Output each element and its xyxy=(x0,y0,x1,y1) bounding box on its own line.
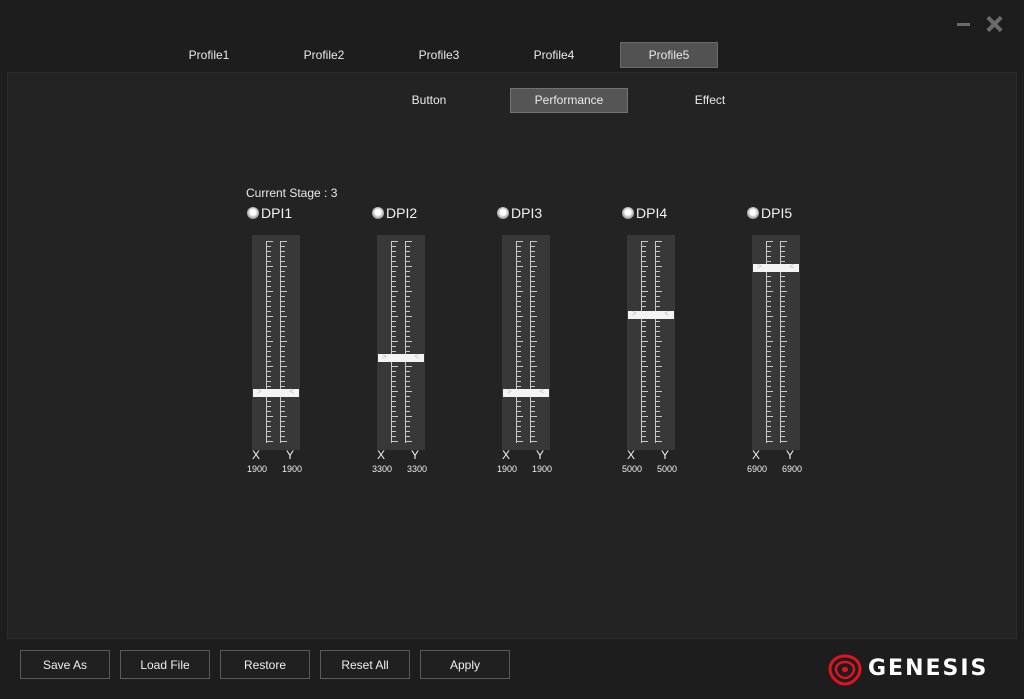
x-axis-label: X xyxy=(502,448,511,462)
close-button[interactable] xyxy=(983,12,1005,36)
dpi-4-radio[interactable] xyxy=(622,207,634,219)
dpi-4-slider-handle[interactable] xyxy=(628,309,674,319)
y-axis-label: Y xyxy=(661,448,670,462)
dpi-3-x-value: 1900 xyxy=(497,464,518,474)
tab-performance[interactable]: Performance xyxy=(510,88,628,113)
x-axis-label: X xyxy=(252,448,261,462)
dpi-ruler-y xyxy=(530,241,537,443)
dpi-ruler-x xyxy=(391,241,398,443)
tab-profile4[interactable]: Profile4 xyxy=(505,42,603,68)
dpi-3-y-value: 1900 xyxy=(532,464,553,474)
y-axis-label: Y xyxy=(786,448,795,462)
dpi-1-label: DPI1 xyxy=(261,205,293,221)
y-axis-label: Y xyxy=(411,448,420,462)
y-axis-label: Y xyxy=(536,448,545,462)
minimize-button[interactable] xyxy=(953,12,975,36)
dpi-ruler-x xyxy=(516,241,523,443)
tab-profile1[interactable]: Profile1 xyxy=(160,42,258,68)
dpi-4-y-value: 5000 xyxy=(657,464,678,474)
dpi-1-x-value: 1900 xyxy=(247,464,268,474)
dpi-stage-3: DPI3 X Y 1900 1900 xyxy=(497,205,567,485)
genesis-logo-icon xyxy=(828,654,862,686)
brand-name: GENESIS xyxy=(868,656,989,681)
load-file-button[interactable]: Load File xyxy=(120,650,210,679)
dpi-stage-5: DPI5 X Y 6900 6900 xyxy=(747,205,817,485)
dpi-ruler-x xyxy=(641,241,648,443)
x-axis-label: X xyxy=(627,448,636,462)
dpi-4-label: DPI4 xyxy=(636,205,668,221)
apply-button[interactable]: Apply xyxy=(420,650,510,679)
current-stage-label: Current Stage : 3 xyxy=(246,186,338,200)
dpi-5-slider[interactable] xyxy=(752,235,800,450)
dpi-ruler-y xyxy=(280,241,287,443)
reset-all-button[interactable]: Reset All xyxy=(320,650,410,679)
dpi-ruler-y xyxy=(655,241,662,443)
dpi-4-x-value: 5000 xyxy=(622,464,643,474)
dpi-5-x-value: 6900 xyxy=(747,464,768,474)
dpi-ruler-y xyxy=(405,241,412,443)
save-as-button[interactable]: Save As xyxy=(20,650,110,679)
dpi-2-y-value: 3300 xyxy=(407,464,428,474)
tab-button[interactable]: Button xyxy=(370,88,488,113)
dpi-5-slider-handle[interactable] xyxy=(753,262,799,272)
dpi-3-label: DPI3 xyxy=(511,205,543,221)
tab-profile5[interactable]: Profile5 xyxy=(620,42,718,68)
tab-profile2[interactable]: Profile2 xyxy=(275,42,373,68)
dpi-stage-1: DPI1 X Y 1900 1900 xyxy=(247,205,317,485)
dpi-1-y-value: 1900 xyxy=(282,464,303,474)
dpi-1-slider[interactable] xyxy=(252,235,300,450)
dpi-2-slider-handle[interactable] xyxy=(378,352,424,362)
dpi-5-y-value: 6900 xyxy=(782,464,803,474)
dpi-1-slider-handle[interactable] xyxy=(253,387,299,397)
tab-effect[interactable]: Effect xyxy=(651,88,769,113)
y-axis-label: Y xyxy=(286,448,295,462)
tab-profile3[interactable]: Profile3 xyxy=(390,42,488,68)
dpi-5-label: DPI5 xyxy=(761,205,793,221)
dpi-stage-2: DPI2 X Y 3300 3300 xyxy=(372,205,442,485)
x-axis-label: X xyxy=(377,448,386,462)
dpi-2-slider[interactable] xyxy=(377,235,425,450)
profile-tabs: Profile1 Profile2 Profile3 Profile4 Prof… xyxy=(0,42,1024,68)
dpi-stage-4: DPI4 X Y 5000 5000 xyxy=(622,205,692,485)
dpi-2-label: DPI2 xyxy=(386,205,418,221)
dpi-3-slider-handle[interactable] xyxy=(503,387,549,397)
dpi-4-slider[interactable] xyxy=(627,235,675,450)
dpi-5-radio[interactable] xyxy=(747,207,759,219)
dpi-1-radio[interactable] xyxy=(247,207,259,219)
genesis-logo: GENESIS xyxy=(828,654,1013,686)
dpi-3-slider[interactable] xyxy=(502,235,550,450)
restore-button[interactable]: Restore xyxy=(220,650,310,679)
x-axis-label: X xyxy=(752,448,761,462)
dpi-ruler-x xyxy=(266,241,273,443)
dpi-3-radio[interactable] xyxy=(497,207,509,219)
dpi-2-x-value: 3300 xyxy=(372,464,393,474)
dpi-2-radio[interactable] xyxy=(372,207,384,219)
